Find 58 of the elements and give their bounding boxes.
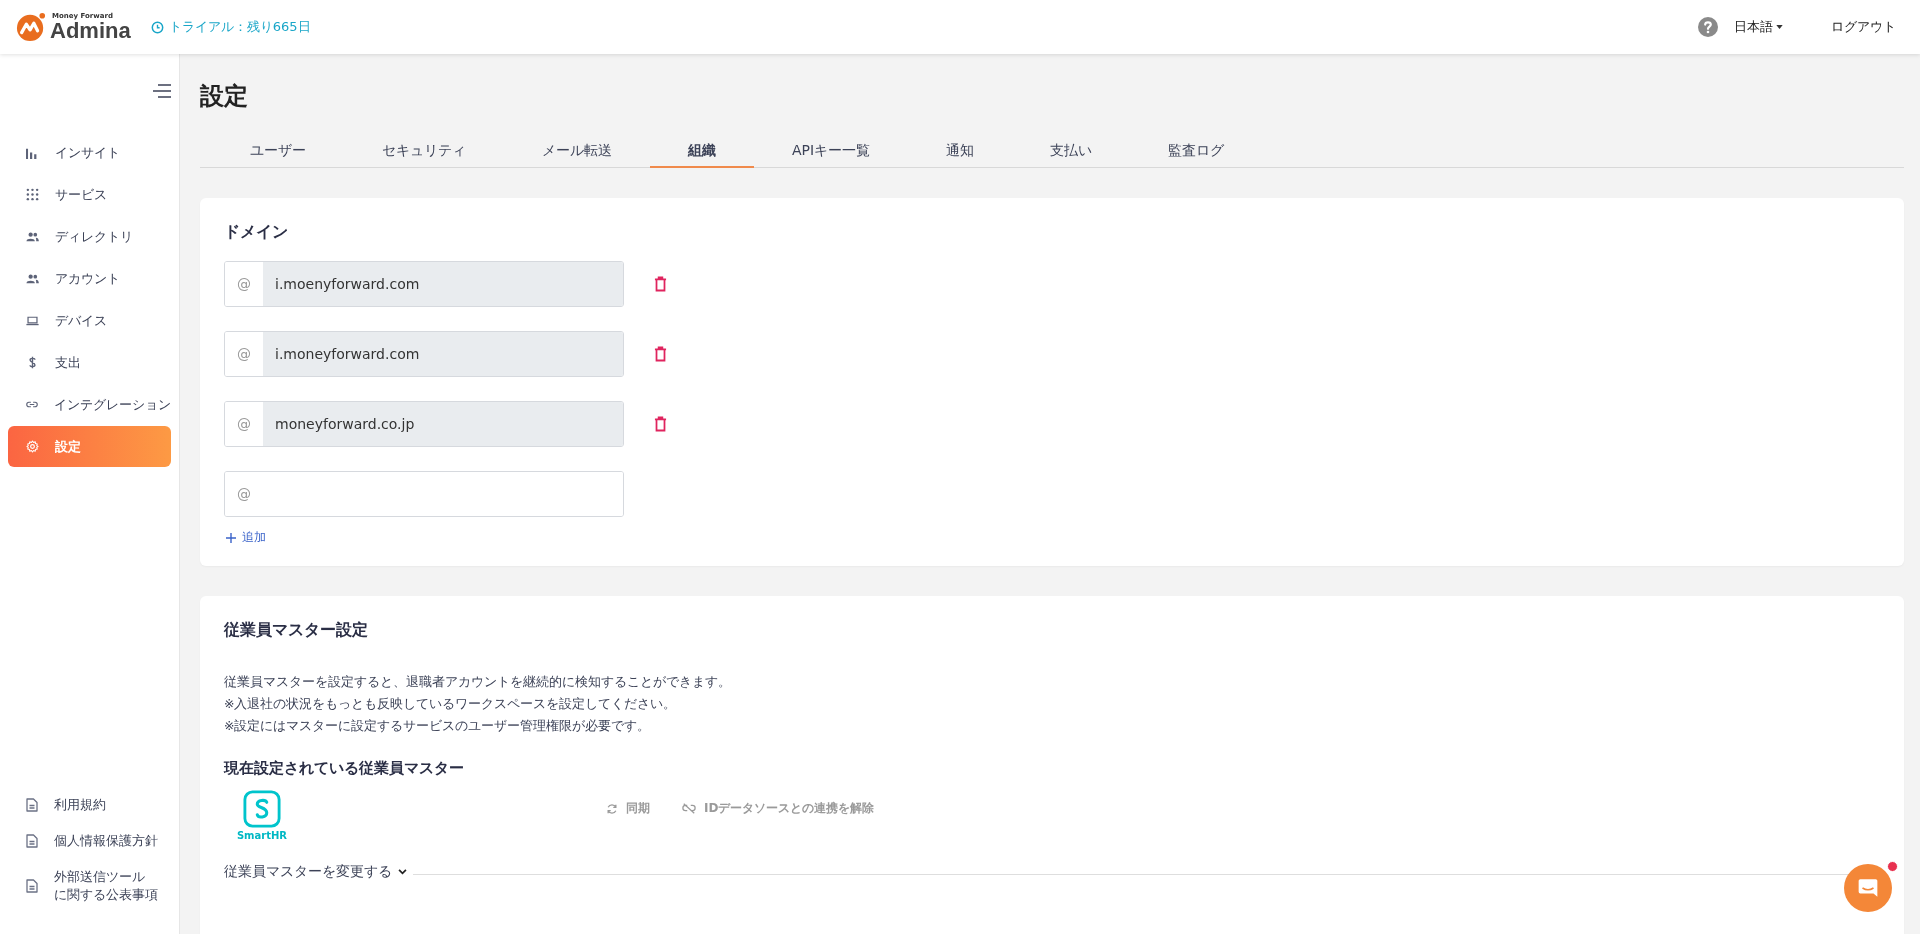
- tab[interactable]: 通知: [908, 142, 1013, 168]
- description-text: ※設定にはマスターに設定するサービスのユーザー管理権限が必要です。: [224, 717, 652, 735]
- document-icon: [26, 797, 38, 812]
- section-title: ドメイン: [224, 222, 289, 243]
- people-icon: [26, 230, 39, 243]
- sidebar-item[interactable]: サービス: [8, 174, 171, 215]
- sidebar-item[interactable]: インテグレーション: [8, 384, 171, 425]
- plus-icon: [226, 532, 236, 543]
- tab[interactable]: APIキー一覧: [754, 142, 909, 168]
- trial-status: トライアル：残り665日: [168, 18, 311, 36]
- clock-icon: [150, 20, 164, 34]
- trash-icon[interactable]: [654, 346, 667, 362]
- tab[interactable]: 監査ログ: [1130, 142, 1263, 168]
- add-link[interactable]: 追加: [224, 529, 268, 546]
- subsection-title: 現在設定されている従業員マスター: [224, 759, 465, 778]
- sync-icon: [606, 802, 618, 815]
- people-icon: [26, 272, 39, 285]
- tab[interactable]: 組織: [650, 142, 754, 168]
- sidebar-item[interactable]: インサイト: [8, 132, 171, 173]
- chat-icon: [1857, 877, 1879, 899]
- sidebar-item[interactable]: ディレクトリ: [8, 216, 171, 257]
- tab[interactable]: 支払い: [1012, 142, 1131, 168]
- brand-name: Admina: [50, 19, 131, 42]
- change-master-toggle[interactable]: 従業員マスターを変更する: [224, 863, 407, 881]
- service-name: SmartHR: [236, 830, 288, 841]
- caret-icon: [1776, 25, 1783, 29]
- logout-button[interactable]: ログアウト: [1831, 18, 1896, 36]
- sidebar-item[interactable]: デバイス: [8, 300, 171, 341]
- footer-link-text[interactable]: 利用規約: [54, 795, 106, 814]
- document-icon: [26, 833, 38, 848]
- sidebar-item[interactable]: アカウント: [8, 258, 171, 299]
- bar-chart-icon: [26, 146, 39, 159]
- gear-icon: [26, 440, 39, 453]
- sidebar-item[interactable]: 支出: [8, 342, 171, 383]
- chevron-down-icon: [398, 869, 407, 875]
- description-text: ※入退社の状況をもっとも反映しているワークスペースを設定してください。: [224, 695, 678, 713]
- tab[interactable]: メール転送: [504, 142, 650, 168]
- language-dropdown[interactable]: 日本語: [1734, 18, 1783, 36]
- service-logo-icon: [243, 790, 281, 828]
- trash-icon[interactable]: [654, 276, 667, 292]
- logo-icon: [16, 12, 46, 42]
- tab[interactable]: ユーザー: [212, 142, 344, 168]
- document-icon: [26, 878, 38, 893]
- laptop-icon: [26, 314, 39, 327]
- section-title: 従業員マスター設定: [224, 620, 369, 641]
- description-text: 従業員マスターを設定すると、退職者アカウントを継続的に検知することができます。: [224, 673, 732, 691]
- dollar-icon: [26, 356, 39, 369]
- footer-link-text[interactable]: に関する公表事項: [54, 885, 158, 904]
- menu-icon[interactable]: [153, 84, 171, 98]
- tab[interactable]: セキュリティ: [344, 142, 504, 168]
- unlink-icon: [682, 803, 696, 814]
- footer-link-text[interactable]: 個人情報保護方針: [54, 831, 158, 850]
- grid-icon: [26, 188, 39, 201]
- page-title: 設定: [200, 81, 249, 112]
- trash-icon[interactable]: [654, 416, 667, 432]
- footer-link-text[interactable]: 外部送信ツール: [54, 867, 158, 886]
- help-icon[interactable]: [1698, 17, 1718, 37]
- notification-dot: [1887, 861, 1898, 872]
